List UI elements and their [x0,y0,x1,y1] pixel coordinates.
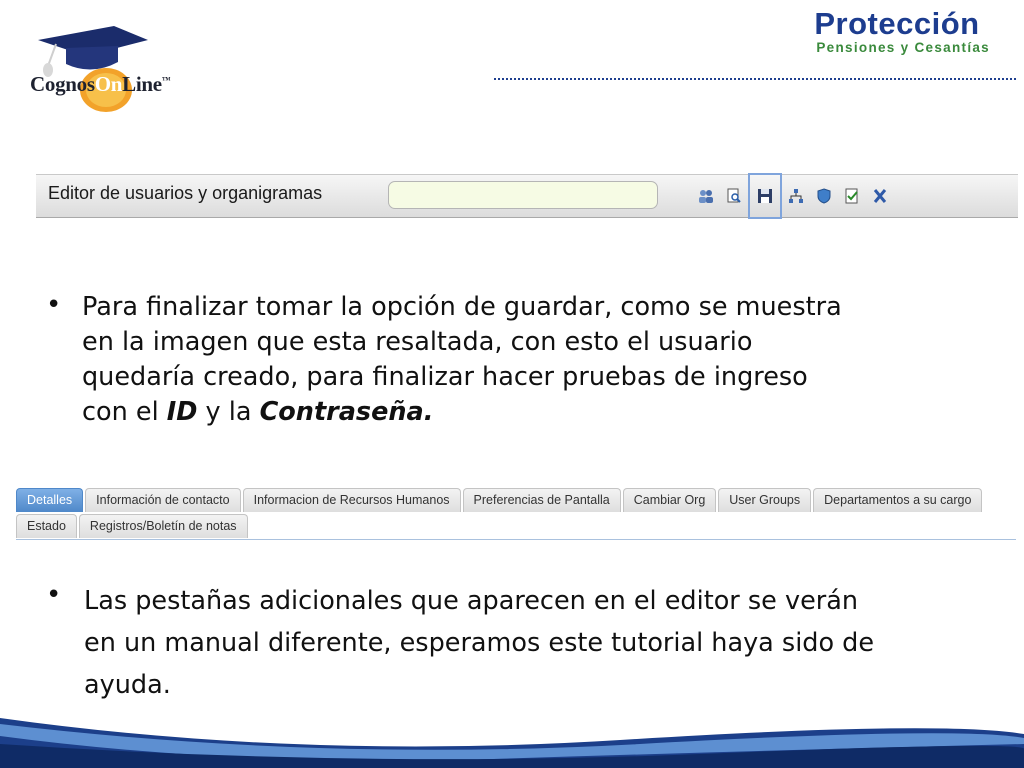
bullet-line: ayuda. [84,670,171,700]
id-emphasis: ID [166,397,198,427]
instruction-bullet-tabs: • Las pestañas adicionales que aparecen … [46,580,986,706]
tab-cambiar-org[interactable]: Cambiar Org [622,488,717,512]
cognos-logo-text: CognosOnLine™ [30,72,171,96]
instruction-bullet-save: • Para finalizar tomar la opción de guar… [46,290,946,430]
editor-tabs: Detalles Información de contacto Informa… [16,486,1016,540]
tab-row-2: Estado Registros/Boletín de notas [16,512,1016,538]
bullet-line-prefix: con el [82,397,167,427]
editor-search-input[interactable] [388,181,658,209]
tab-recursos-humanos[interactable]: Informacion de Recursos Humanos [242,488,461,512]
shield-icon[interactable] [810,183,838,209]
tab-preferencias-pantalla[interactable]: Preferencias de Pantalla [462,488,621,512]
bullet-line: en un manual diferente, esperamos este t… [84,628,875,658]
proteccion-subtitle: Pensiones y Cesantías [816,40,990,55]
bullet-dot: • [46,290,62,320]
tab-registros-boletin[interactable]: Registros/Boletín de notas [78,514,248,538]
header-divider [494,78,1016,80]
editor-title: Editor de usuarios y organigramas [48,183,323,203]
checklist-icon[interactable] [838,183,866,209]
tab-estado[interactable]: Estado [16,514,77,538]
bullet-line: quedaría creado, para finalizar hacer pr… [82,362,808,392]
tab-row-1: Detalles Información de contacto Informa… [16,486,1016,512]
graduation-cap-icon [38,26,148,112]
proteccion-title: Protección [814,6,980,41]
bullet-line: Para finalizar tomar la opción de guarda… [82,292,842,322]
excel-icon[interactable] [866,183,894,209]
bullet-line-middle: y la [197,397,260,427]
save-icon[interactable] [748,173,782,219]
users-icon[interactable] [692,183,720,209]
cognosonline-logo: CognosOnLine™ [26,18,196,118]
search-document-icon[interactable] [720,183,748,209]
bullet-line: Las pestañas adicionales que aparecen en… [84,586,859,616]
toolbar-icons [692,173,894,219]
password-emphasis: Contraseña. [259,397,434,427]
tab-departamentos[interactable]: Departamentos a su cargo [813,488,983,512]
bullet-dot: • [46,580,62,610]
org-chart-icon[interactable] [782,183,810,209]
bullet-line: en la imagen que esta resaltada, con est… [82,327,753,357]
editor-toolbar: Editor de usuarios y organigramas [36,173,1018,219]
proteccion-logo: Protección Pensiones y Cesantías [814,8,990,56]
tab-informacion-contacto[interactable]: Información de contacto [85,488,241,512]
tab-detalles[interactable]: Detalles [16,488,84,512]
tab-user-groups[interactable]: User Groups [718,488,812,512]
footer-wave-decoration [0,718,1024,768]
